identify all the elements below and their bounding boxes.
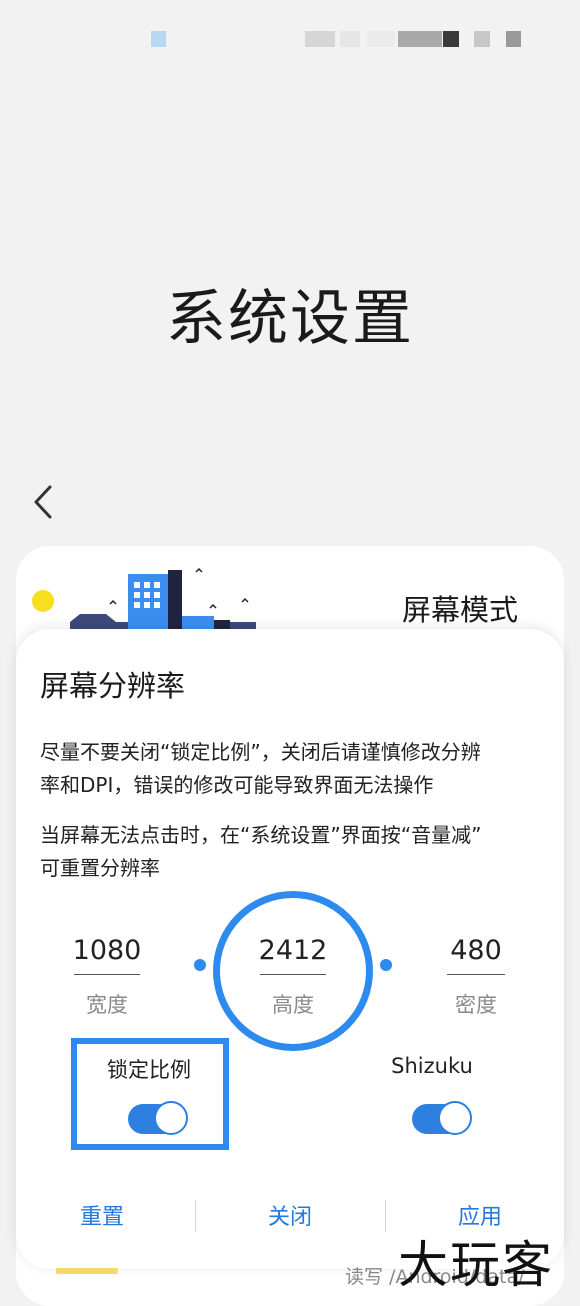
status-icons [340,31,360,47]
wifi-icon [474,31,490,47]
shizuku-switch[interactable] [412,1101,472,1135]
height-field[interactable]: 2412 高度 [248,932,338,1019]
watermark: 大玩客 [398,1236,554,1294]
link-dot-right [380,959,392,971]
height-label: 高度 [272,993,314,1017]
lock-ratio-label: 锁定比例 [107,1058,191,1082]
height-underline [260,974,326,975]
status-icons [367,31,395,47]
width-field[interactable]: 1080 宽度 [62,932,152,1019]
yellow-strip [56,1268,118,1274]
dialog-warning-text: 尽量不要关闭“锁定比例”，关闭后请谨慎修改分辨 率和DPI，错误的修改可能导致界… [40,736,550,802]
button-divider [195,1200,196,1232]
switch-knob [438,1101,472,1135]
density-underline [447,974,505,975]
city-illustration [70,567,256,630]
sun-icon [32,590,54,612]
width-underline [74,974,140,975]
screen-mode-title: 屏幕模式 [402,593,519,627]
height-input[interactable]: 2412 [248,932,338,970]
switch-knob [154,1101,188,1135]
width-input[interactable]: 1080 [62,932,152,970]
warning-line-1: 尽量不要关闭“锁定比例”，关闭后请谨慎修改分辨 [40,740,481,764]
battery-icon [506,31,521,47]
status-bar [0,0,580,78]
density-input[interactable]: 480 [431,932,521,970]
close-button[interactable]: 关闭 [200,1198,380,1238]
page-title: 系统设置 [166,284,414,354]
density-label: 密度 [455,993,497,1017]
width-label: 宽度 [86,993,128,1017]
density-field[interactable]: 480 密度 [431,932,521,1019]
signal-icon [443,31,459,47]
status-icons [305,31,335,47]
shizuku-label: Shizuku [391,1054,473,1078]
back-button[interactable] [26,480,66,524]
lock-ratio-switch[interactable] [128,1101,188,1135]
reset-button[interactable]: 重置 [12,1198,192,1238]
hint-line-1: 当屏幕无法点击时，在“系统设置”界面按“音量减” [40,823,482,847]
dialog-title: 屏幕分辨率 [40,669,186,703]
link-dot-left [194,959,206,971]
dialog-reset-hint: 当屏幕无法点击时，在“系统设置”界面按“音量减” 可重置分辨率 [40,819,550,885]
hint-line-2: 可重置分辨率 [40,856,160,880]
status-notification-icon [151,31,166,47]
button-divider [385,1200,386,1232]
signal-icon [398,31,442,47]
chevron-left-icon [34,485,52,519]
warning-line-2: 率和DPI，错误的修改可能导致界面无法操作 [40,773,434,797]
